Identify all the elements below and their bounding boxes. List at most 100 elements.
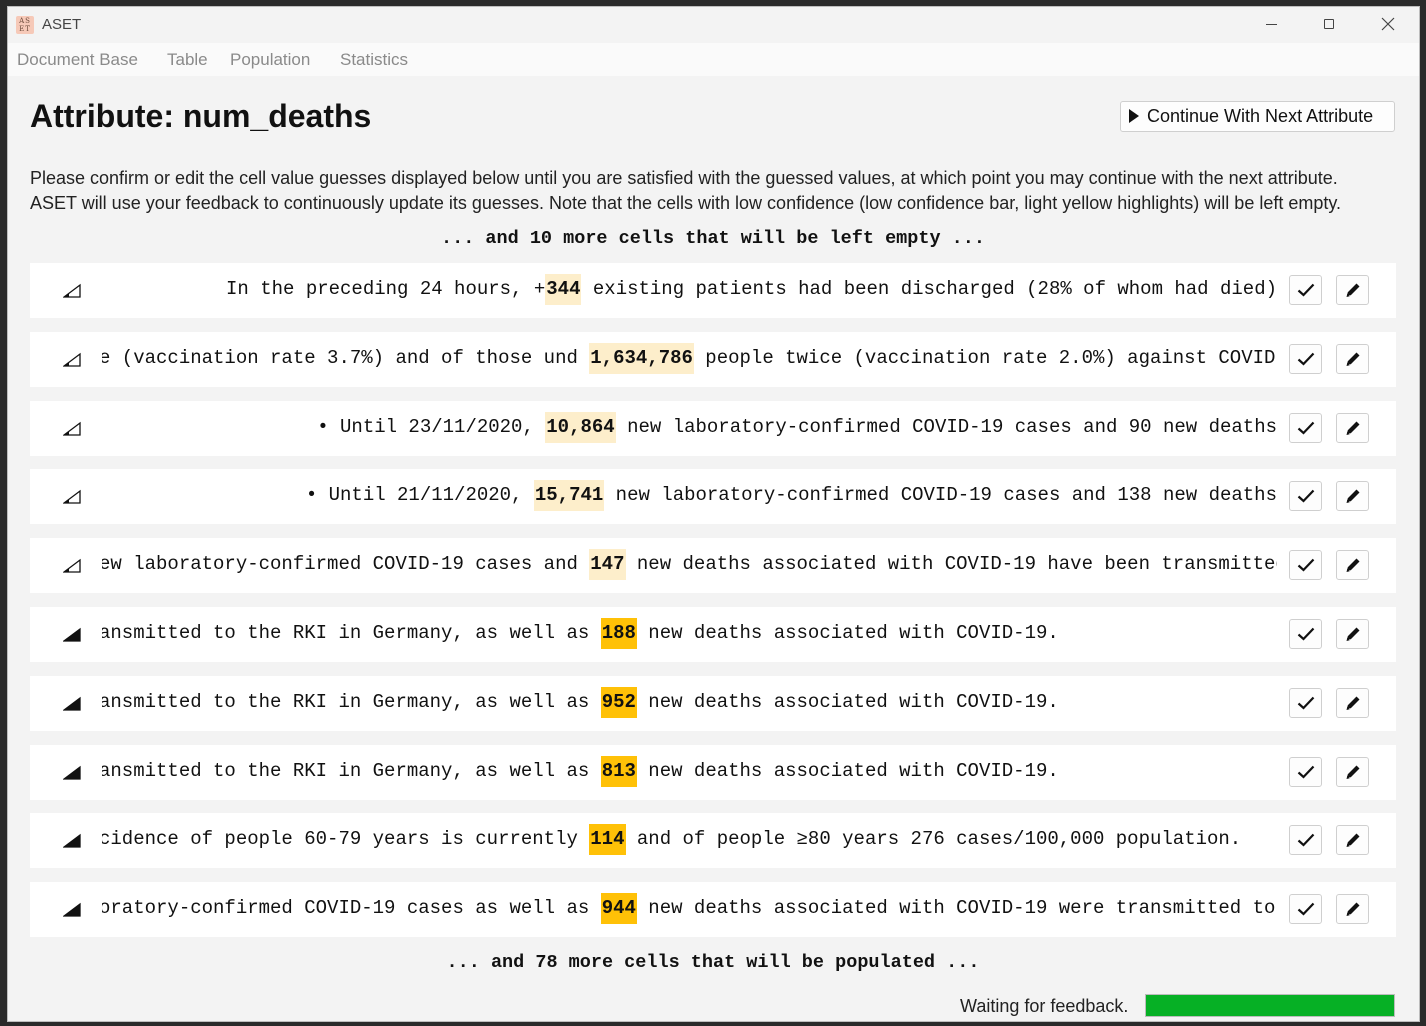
guessed-value: 147 — [589, 549, 626, 580]
populated-cells-note: ... and 78 more cells that will be popul… — [446, 952, 980, 973]
guessed-value: 1,634,786 — [589, 343, 694, 374]
cell-context-text: cidence of people 60-79 years is current… — [102, 813, 1277, 868]
cell-context-text: ansmitted to the RKI in Germany, as well… — [102, 745, 1277, 800]
edit-button[interactable] — [1336, 619, 1369, 649]
pencil-icon — [1346, 627, 1360, 641]
cell-context-line: ansmitted to the RKI in Germany, as well… — [102, 687, 1059, 718]
context-before: In the preceding 24 hours, + — [226, 278, 546, 300]
confirm-button[interactable] — [1289, 481, 1322, 511]
cell-context-text: e (vaccination rate 3.7%) and of those u… — [102, 332, 1277, 387]
guessed-value: 944 — [600, 893, 637, 924]
edit-button[interactable] — [1336, 825, 1369, 855]
minimize-button[interactable] — [1243, 7, 1301, 43]
confirm-button[interactable] — [1289, 619, 1322, 649]
edit-button[interactable] — [1336, 894, 1369, 924]
edit-button[interactable] — [1336, 481, 1369, 511]
context-after: new deaths associated with COVID-19. — [636, 622, 1059, 644]
cell-context-line: ew laboratory-confirmed COVID-19 cases a… — [102, 549, 1277, 580]
close-icon — [1381, 17, 1395, 31]
confirm-button[interactable] — [1289, 894, 1322, 924]
pencil-icon — [1346, 902, 1360, 916]
menu-table[interactable]: Table — [167, 50, 208, 70]
cell-context-text: ansmitted to the RKI in Germany, as well… — [102, 607, 1277, 662]
menu-document-base[interactable]: Document Base — [17, 50, 138, 70]
context-before: cidence of people 60-79 years is current… — [102, 828, 590, 850]
instructions-line-1: Please confirm or edit the cell value gu… — [30, 168, 1338, 188]
checkmark-icon — [1297, 765, 1315, 779]
context-before: • Until 23/11/2020, — [317, 416, 546, 438]
confirm-button[interactable] — [1289, 757, 1322, 787]
edit-button[interactable] — [1336, 344, 1369, 374]
cell-context-line: In the preceding 24 hours, +344 existing… — [226, 274, 1277, 305]
context-after: existing patients had been discharged (2… — [581, 278, 1277, 300]
guessed-value: 15,741 — [533, 480, 605, 511]
app-window: AS ET ASET Document Base Table Population… — [7, 6, 1420, 1022]
window-title: ASET — [42, 16, 82, 33]
title-bar[interactable]: AS ET ASET — [8, 7, 1419, 43]
continue-label: Continue With Next Attribute — [1147, 106, 1374, 126]
pencil-icon — [1346, 696, 1360, 710]
checkmark-icon — [1297, 902, 1315, 916]
cell-guess-row: ansmitted to the RKI in Germany, as well… — [30, 745, 1396, 800]
cell-context-line: • Until 21/11/2020, 15,741 new laborator… — [305, 480, 1277, 511]
confirm-button[interactable] — [1289, 344, 1322, 374]
cell-guess-row: cidence of people 60-79 years is current… — [30, 813, 1396, 868]
checkmark-icon — [1297, 558, 1315, 572]
confirm-button[interactable] — [1289, 825, 1322, 855]
status-text: Waiting for feedback. — [960, 996, 1129, 1016]
context-after: and of people ≥80 years 276 cases/100,00… — [625, 828, 1242, 850]
low-confidence-icon — [63, 421, 81, 436]
cell-guess-row: ansmitted to the RKI in Germany, as well… — [30, 676, 1396, 731]
pencil-icon — [1346, 283, 1360, 297]
context-after: new laboratory-confirmed COVID-19 cases … — [615, 416, 1277, 438]
high-confidence-icon — [63, 833, 81, 848]
cell-context-line: e (vaccination rate 3.7%) and of those u… — [102, 343, 1277, 374]
minimize-icon — [1266, 24, 1277, 25]
cell-context-line: ansmitted to the RKI in Germany, as well… — [102, 756, 1059, 787]
low-confidence-icon — [63, 489, 81, 504]
cell-context-text: ansmitted to the RKI in Germany, as well… — [102, 676, 1277, 731]
progress-bar — [1145, 994, 1395, 1017]
context-before: ansmitted to the RKI in Germany, as well… — [102, 622, 601, 644]
cell-guess-row: e (vaccination rate 3.7%) and of those u… — [30, 332, 1396, 387]
context-before: ew laboratory-confirmed COVID-19 cases a… — [102, 553, 590, 575]
continue-next-attribute-button[interactable]: Continue With Next Attribute — [1120, 101, 1395, 132]
guessed-value: 344 — [545, 274, 582, 305]
cell-context-text: In the preceding 24 hours, +344 existing… — [102, 263, 1277, 318]
instructions-line-2: ASET will use your feedback to continuou… — [30, 193, 1342, 213]
context-before: • Until 21/11/2020, — [305, 484, 534, 506]
edit-button[interactable] — [1336, 275, 1369, 305]
pencil-icon — [1346, 352, 1360, 366]
cell-context-text: ew laboratory-confirmed COVID-19 cases a… — [102, 538, 1277, 593]
main-content: Attribute: num_deaths Continue With Next… — [8, 76, 1419, 1021]
edit-button[interactable] — [1336, 688, 1369, 718]
low-confidence-icon — [63, 558, 81, 573]
guessed-value: 952 — [600, 687, 637, 718]
app-logo-icon: AS ET — [16, 16, 34, 34]
pencil-icon — [1346, 421, 1360, 435]
checkmark-icon — [1297, 352, 1315, 366]
edit-button[interactable] — [1336, 413, 1369, 443]
checkmark-icon — [1297, 489, 1315, 503]
confirm-button[interactable] — [1289, 688, 1322, 718]
context-after: new deaths associated with COVID-19. — [636, 760, 1059, 782]
menu-statistics[interactable]: Statistics — [340, 50, 408, 70]
edit-button[interactable] — [1336, 550, 1369, 580]
edit-button[interactable] — [1336, 757, 1369, 787]
context-before: e (vaccination rate 3.7%) and of those u… — [102, 347, 590, 369]
confirm-button[interactable] — [1289, 413, 1322, 443]
pencil-icon — [1346, 833, 1360, 847]
progress-fill — [1146, 995, 1394, 1016]
checkmark-icon — [1297, 421, 1315, 435]
guessed-value: 114 — [589, 824, 626, 855]
confirm-button[interactable] — [1289, 550, 1322, 580]
empty-cells-note: ... and 10 more cells that will be left … — [441, 228, 985, 249]
cell-context-line: oratory-confirmed COVID-19 cases as well… — [102, 893, 1277, 924]
high-confidence-icon — [63, 902, 81, 917]
page-title: Attribute: num_deaths — [30, 98, 372, 134]
confirm-button[interactable] — [1289, 275, 1322, 305]
close-button[interactable] — [1359, 7, 1417, 43]
context-before: oratory-confirmed COVID-19 cases as well… — [102, 897, 601, 919]
maximize-button[interactable] — [1301, 7, 1359, 43]
menu-population[interactable]: Population — [230, 50, 310, 70]
